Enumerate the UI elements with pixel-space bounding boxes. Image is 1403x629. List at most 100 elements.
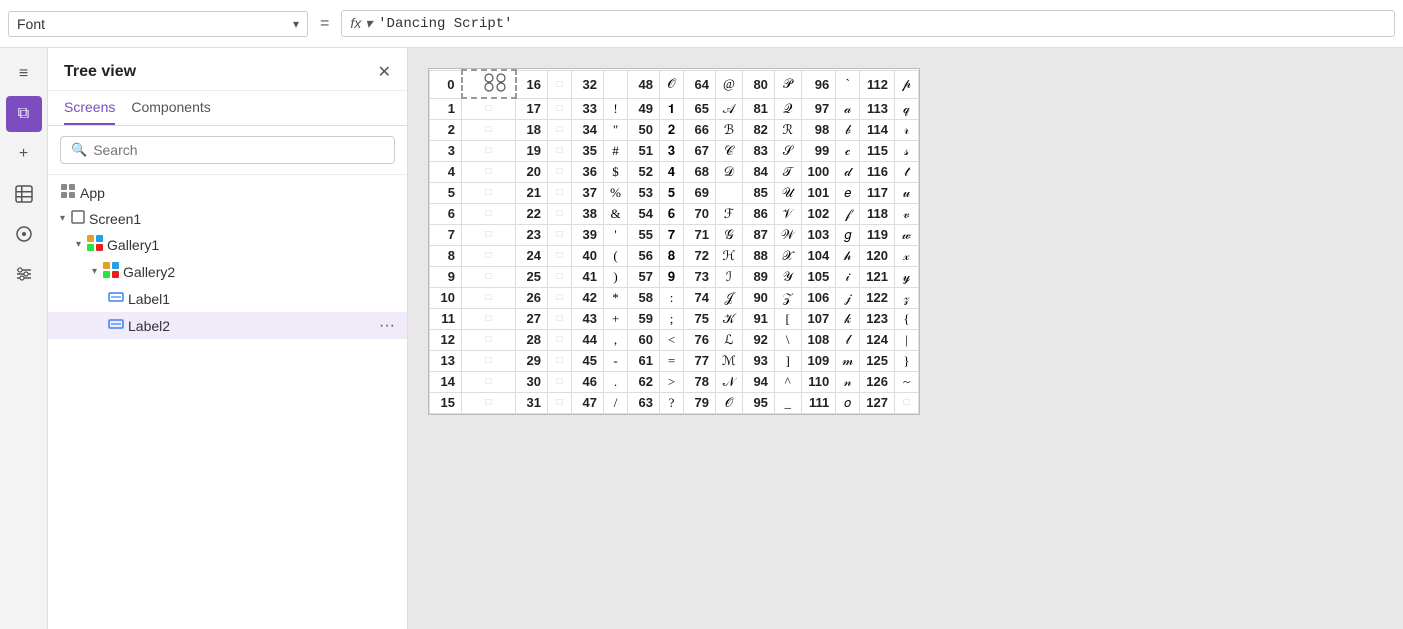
char-glyph[interactable]: 𝒠 <box>716 182 743 203</box>
more-options-icon[interactable]: ··· <box>379 317 395 335</box>
char-glyph[interactable]: 𝟕 <box>660 224 684 245</box>
char-glyph[interactable]: ℳ <box>716 350 743 371</box>
char-codepoint[interactable]: 52 <box>628 161 660 182</box>
char-codepoint[interactable]: 106 <box>801 287 836 308</box>
char-glyph[interactable]: 𝓏 <box>894 287 918 308</box>
char-codepoint[interactable]: 94 <box>742 371 774 392</box>
char-glyph[interactable]: ~ <box>894 371 918 392</box>
char-codepoint[interactable]: 119 <box>860 224 895 245</box>
char-glyph[interactable]: 𝓎 <box>894 266 918 287</box>
char-codepoint[interactable]: 65 <box>684 98 716 119</box>
char-glyph[interactable]: 𝑒 <box>836 182 860 203</box>
char-codepoint[interactable]: 19 <box>516 140 548 161</box>
char-glyph[interactable]: 𝒻 <box>836 203 860 224</box>
add-icon[interactable]: + <box>6 136 42 172</box>
char-glyph[interactable]: * <box>604 287 628 308</box>
char-glyph[interactable]: 𝓌 <box>894 224 918 245</box>
tab-screens[interactable]: Screens <box>64 91 115 125</box>
char-glyph[interactable]: ? <box>660 392 684 413</box>
char-codepoint[interactable]: 59 <box>628 308 660 329</box>
media-icon[interactable] <box>6 216 42 252</box>
char-glyph[interactable]: . <box>604 371 628 392</box>
char-glyph[interactable]: □ <box>548 140 572 161</box>
char-glyph[interactable]: & <box>604 203 628 224</box>
char-codepoint[interactable]: 82 <box>742 119 774 140</box>
char-glyph[interactable]: 𝒦 <box>716 308 743 329</box>
char-codepoint[interactable]: 11 <box>430 308 462 329</box>
char-codepoint[interactable]: 69 <box>684 182 716 203</box>
char-glyph[interactable]: 𝒱 <box>774 203 801 224</box>
char-glyph[interactable]: [ <box>774 308 801 329</box>
char-glyph[interactable]: 𝓍 <box>894 245 918 266</box>
char-glyph[interactable]: □ <box>548 161 572 182</box>
char-glyph[interactable]: 𝟖 <box>660 245 684 266</box>
char-codepoint[interactable]: 15 <box>430 392 462 413</box>
char-codepoint[interactable]: 104 <box>801 245 836 266</box>
char-glyph[interactable]: 𝑜 <box>836 392 860 413</box>
char-codepoint[interactable]: 113 <box>860 98 895 119</box>
char-codepoint[interactable]: 71 <box>684 224 716 245</box>
char-codepoint[interactable]: 77 <box>684 350 716 371</box>
char-glyph[interactable]: 𝒪 <box>716 392 743 413</box>
char-glyph[interactable]: 𝟒 <box>660 161 684 182</box>
layers-icon[interactable]: ⧉ <box>6 96 42 132</box>
char-codepoint[interactable]: 127 <box>860 392 895 413</box>
char-codepoint[interactable]: 26 <box>516 287 548 308</box>
char-glyph[interactable]: 𝒢 <box>716 224 743 245</box>
char-codepoint[interactable]: 48 <box>628 70 660 98</box>
char-codepoint[interactable]: 21 <box>516 182 548 203</box>
char-codepoint[interactable]: 7 <box>430 224 462 245</box>
char-glyph[interactable]: 𝒮 <box>774 140 801 161</box>
char-glyph[interactable]: 𝒴 <box>774 266 801 287</box>
char-codepoint[interactable]: 118 <box>860 203 895 224</box>
char-codepoint[interactable]: 24 <box>516 245 548 266</box>
char-glyph[interactable]: □ <box>462 308 516 329</box>
char-glyph[interactable]: □ <box>462 350 516 371</box>
char-glyph[interactable]: 𝒞 <box>716 140 743 161</box>
tree-item-app[interactable]: App <box>48 179 407 206</box>
char-codepoint[interactable]: 121 <box>860 266 895 287</box>
formula-bar[interactable]: fx ▾ 'Dancing Script' <box>341 10 1395 37</box>
char-codepoint[interactable]: 85 <box>742 182 774 203</box>
char-codepoint[interactable]: 22 <box>516 203 548 224</box>
char-codepoint[interactable]: 2 <box>430 119 462 140</box>
char-glyph[interactable]: 𝒲 <box>774 224 801 245</box>
char-codepoint[interactable]: 63 <box>628 392 660 413</box>
char-glyph[interactable]: _ <box>774 392 801 413</box>
char-codepoint[interactable]: 44 <box>572 329 604 350</box>
tree-item-gallery1[interactable]: ▾ Gallery1 <box>48 231 407 258</box>
char-codepoint[interactable]: 23 <box>516 224 548 245</box>
char-glyph[interactable]: > <box>660 371 684 392</box>
char-glyph[interactable]: 𝒷 <box>836 119 860 140</box>
char-glyph[interactable]: 𝓁 <box>836 329 860 350</box>
char-codepoint[interactable]: 122 <box>860 287 895 308</box>
char-glyph[interactable]: ` <box>836 70 860 98</box>
char-glyph[interactable]: □ <box>548 266 572 287</box>
char-codepoint[interactable]: 29 <box>516 350 548 371</box>
char-glyph[interactable]: □ <box>548 203 572 224</box>
char-glyph[interactable]: 𝑔 <box>836 224 860 245</box>
char-codepoint[interactable]: 88 <box>742 245 774 266</box>
char-glyph[interactable]: = <box>660 350 684 371</box>
char-glyph[interactable]: 𝒬 <box>774 98 801 119</box>
char-codepoint[interactable]: 74 <box>684 287 716 308</box>
char-glyph[interactable]: ℱ <box>716 203 743 224</box>
char-codepoint[interactable]: 80 <box>742 70 774 98</box>
char-codepoint[interactable]: 54 <box>628 203 660 224</box>
char-glyph[interactable]: | <box>894 329 918 350</box>
char-codepoint[interactable]: 50 <box>628 119 660 140</box>
char-glyph[interactable]: □ <box>462 245 516 266</box>
char-codepoint[interactable]: 120 <box>860 245 895 266</box>
char-codepoint[interactable]: 81 <box>742 98 774 119</box>
char-glyph[interactable]: 𝓂 <box>836 350 860 371</box>
char-glyph[interactable]: □ <box>548 308 572 329</box>
char-codepoint[interactable]: 86 <box>742 203 774 224</box>
char-codepoint[interactable]: 32 <box>572 70 604 98</box>
char-glyph[interactable]: □ <box>548 98 572 119</box>
char-codepoint[interactable]: 87 <box>742 224 774 245</box>
char-codepoint[interactable]: 92 <box>742 329 774 350</box>
menu-icon[interactable]: ≡ <box>6 56 42 92</box>
char-glyph[interactable]: □ <box>548 70 572 98</box>
char-glyph[interactable]: , <box>604 329 628 350</box>
char-glyph[interactable]: 𝟑 <box>660 140 684 161</box>
